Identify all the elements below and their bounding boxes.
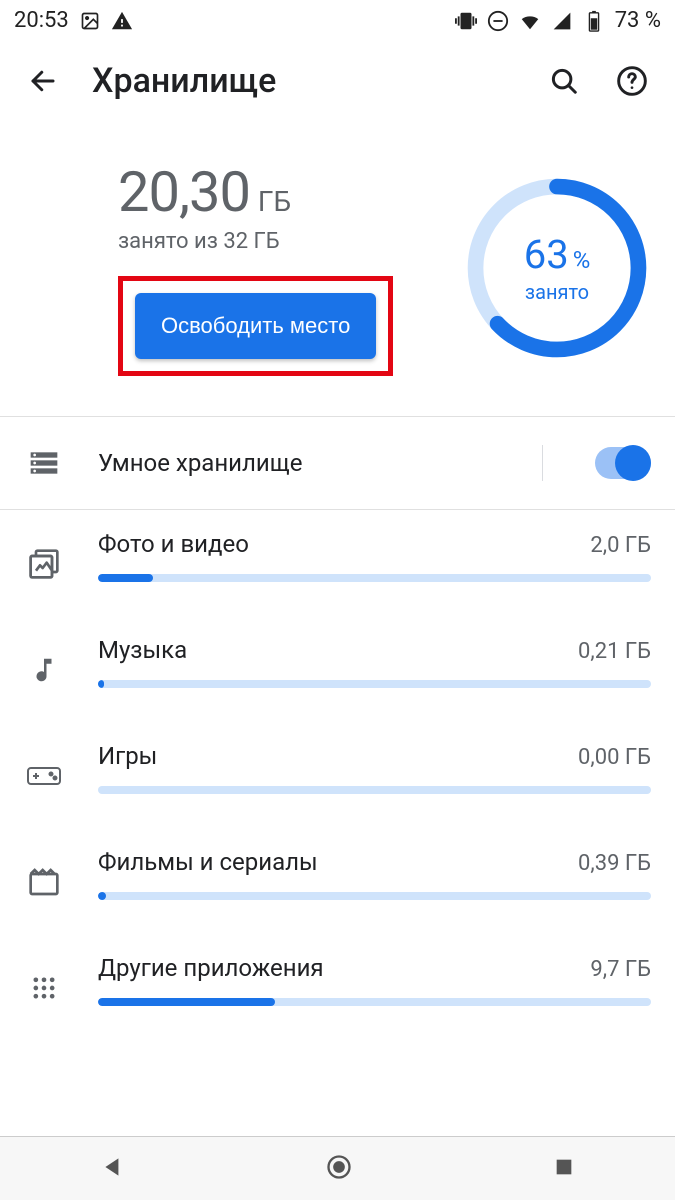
category-title: Игры bbox=[98, 742, 157, 770]
app-bar: Хранилище bbox=[0, 37, 675, 119]
divider-vertical bbox=[542, 445, 543, 481]
wifi-icon bbox=[519, 10, 541, 32]
android-navbar bbox=[0, 1136, 675, 1200]
category-row-movies[interactable]: Фильмы и сериалы 0,39 ГБ bbox=[0, 828, 675, 934]
battery-icon bbox=[583, 10, 605, 32]
music-icon bbox=[24, 640, 64, 700]
vibrate-icon bbox=[455, 10, 477, 32]
category-bar bbox=[98, 574, 651, 582]
nav-back-button[interactable] bbox=[100, 1154, 126, 1184]
image-icon bbox=[79, 10, 101, 32]
games-icon bbox=[24, 746, 64, 806]
category-bar bbox=[98, 680, 651, 688]
used-value: 20,30 bbox=[118, 159, 250, 225]
smart-storage-toggle[interactable] bbox=[595, 447, 651, 479]
status-time: 20:53 bbox=[14, 8, 69, 33]
category-value: 0,00 ГБ bbox=[578, 745, 651, 770]
category-title: Фильмы и сериалы bbox=[98, 848, 318, 876]
smart-storage-row[interactable]: Умное хранилище bbox=[0, 417, 675, 509]
highlight-annotation: Освободить место bbox=[118, 276, 393, 376]
category-bar bbox=[98, 892, 651, 900]
smart-storage-label: Умное хранилище bbox=[98, 449, 508, 477]
nav-home-button[interactable] bbox=[325, 1153, 353, 1185]
storage-icon bbox=[24, 443, 64, 483]
category-value: 9,7 ГБ bbox=[590, 957, 651, 982]
category-value: 0,39 ГБ bbox=[578, 851, 651, 876]
category-bar bbox=[98, 786, 651, 794]
back-button[interactable] bbox=[24, 62, 62, 100]
category-row-music[interactable]: Музыка 0,21 ГБ bbox=[0, 616, 675, 722]
ring-label: занято bbox=[525, 280, 589, 304]
status-bar: 20:53 73 % bbox=[0, 0, 675, 37]
ring-percent: 63 bbox=[524, 231, 569, 278]
apps-icon bbox=[24, 958, 64, 1018]
photos-icon bbox=[24, 534, 64, 594]
category-value: 0,21 ГБ bbox=[578, 639, 651, 664]
category-value: 2,0 ГБ bbox=[590, 533, 651, 558]
storage-summary: 20,30 ГБ занято из 32 ГБ Освободить мест… bbox=[0, 119, 675, 416]
ring-percent-sign: % bbox=[573, 246, 591, 274]
used-unit: ГБ bbox=[258, 185, 291, 218]
movies-icon bbox=[24, 852, 64, 912]
category-row-photos[interactable]: Фото и видео 2,0 ГБ bbox=[0, 510, 675, 616]
signal-icon bbox=[551, 10, 573, 32]
category-row-apps[interactable]: Другие приложения 9,7 ГБ bbox=[0, 934, 675, 1040]
page-title: Хранилище bbox=[92, 61, 515, 101]
category-title: Музыка bbox=[98, 636, 187, 664]
usage-ring-chart: 63% занято bbox=[463, 174, 651, 362]
help-button[interactable] bbox=[613, 62, 651, 100]
search-button[interactable] bbox=[545, 62, 583, 100]
dnd-icon bbox=[487, 10, 509, 32]
used-subtitle: занято из 32 ГБ bbox=[118, 229, 429, 254]
category-title: Фото и видео bbox=[98, 530, 249, 558]
warning-icon bbox=[111, 10, 133, 32]
category-bar bbox=[98, 998, 651, 1006]
battery-text: 73 % bbox=[615, 8, 661, 33]
nav-recent-button[interactable] bbox=[553, 1156, 575, 1182]
category-row-games[interactable]: Игры 0,00 ГБ bbox=[0, 722, 675, 828]
category-title: Другие приложения bbox=[98, 954, 324, 982]
free-space-button[interactable]: Освободить место bbox=[135, 293, 376, 359]
